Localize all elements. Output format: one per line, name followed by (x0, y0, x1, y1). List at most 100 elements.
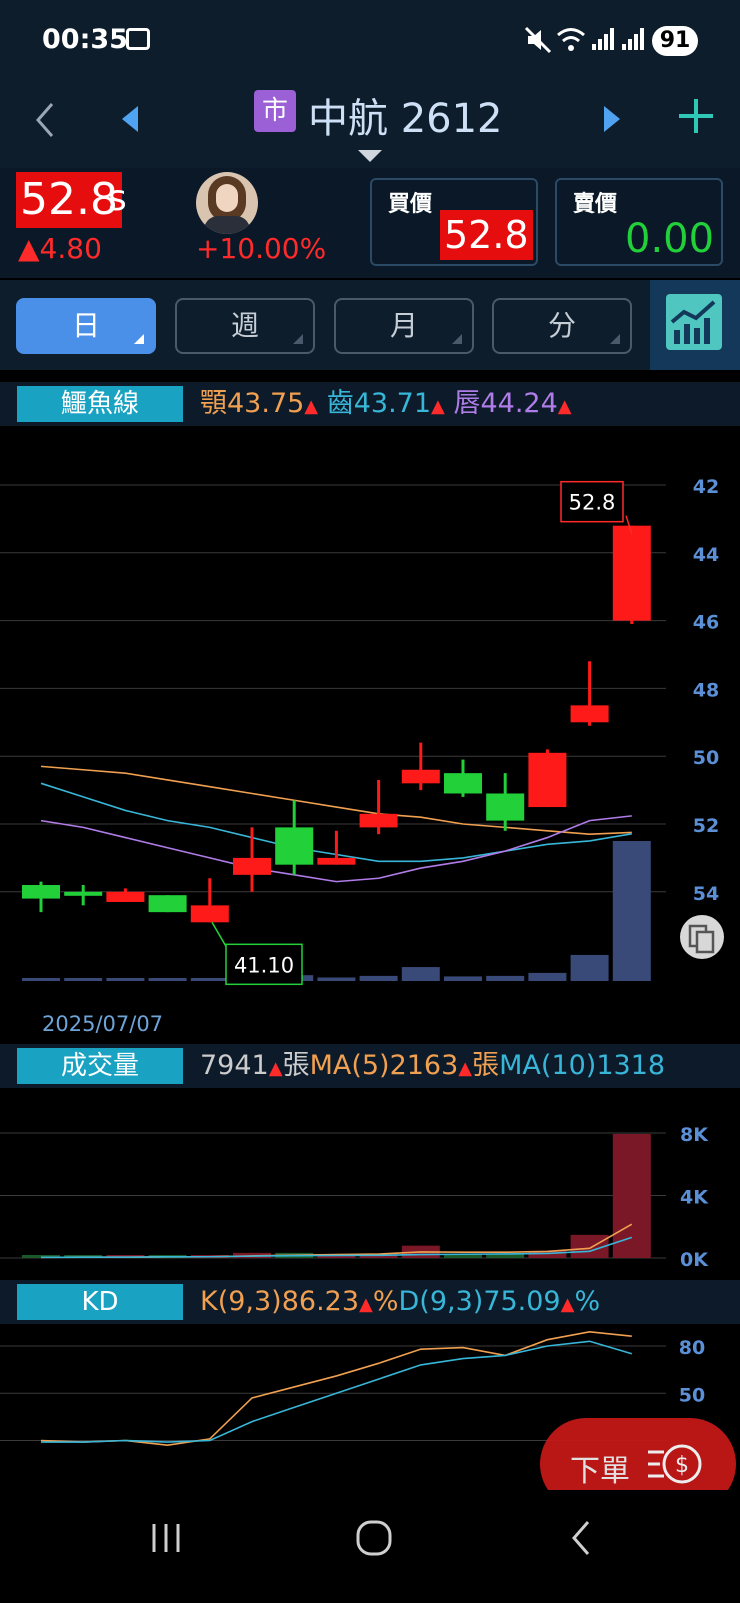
kd-tag[interactable]: KD (17, 1284, 183, 1320)
d-label: D(9,3) (398, 1286, 484, 1317)
wifi-icon (557, 28, 585, 51)
tab-day[interactable]: 日 (16, 298, 156, 354)
lips-value: 44.24 (480, 388, 558, 419)
y-tick-label: 80 (679, 1337, 705, 1359)
svg-text:$: $ (675, 1453, 689, 1478)
candle-body (64, 891, 103, 896)
bid-label: 買價 (388, 192, 433, 217)
tab-week[interactable]: 週 (175, 298, 315, 354)
volume-bar (359, 975, 398, 981)
bid-price: 52.8 (440, 210, 533, 260)
alligator-tag[interactable]: 鱷魚線 (17, 386, 183, 422)
candle-body (148, 895, 187, 913)
volume-bar (444, 976, 482, 981)
jaw-label: 顎 (200, 388, 227, 419)
y-tick-label: 44 (693, 544, 719, 566)
copy-icon-back (695, 930, 715, 954)
recent-apps-icon[interactable] (148, 1520, 184, 1556)
home-icon[interactable] (354, 1518, 394, 1558)
price-suffix: s (108, 178, 127, 219)
add-icon[interactable] (676, 96, 716, 136)
battery-indicator: 91 (652, 26, 698, 56)
y-tick-label: 8K (680, 1124, 709, 1146)
low-leader-line (211, 921, 227, 947)
stock-title[interactable]: 中航 2612 (308, 86, 503, 144)
price-chart[interactable]: 54 52 50 48 46 44 42 52.8 41.10 (0, 430, 740, 1046)
ask-box[interactable]: 賣價 0.00 (555, 178, 723, 266)
ma10-label: MA(10) (499, 1050, 597, 1081)
k-arrow: ▲ (359, 1294, 373, 1315)
order-button-label: 下單 (570, 1454, 630, 1489)
next-stock-icon[interactable] (600, 104, 622, 134)
volume-bar (612, 841, 651, 981)
teeth-value: 43.71 (353, 388, 432, 419)
avatar[interactable] (196, 172, 258, 234)
price-change-pct: +10.00% (196, 232, 327, 265)
d-value: 75.09 (483, 1286, 561, 1317)
teeth-label: 齒 (326, 388, 354, 419)
lips-arrow: ▲ (557, 396, 572, 417)
candle-body (528, 752, 567, 808)
dollar-icon: $ (648, 1444, 702, 1484)
y-tick-label: 48 (693, 679, 719, 701)
ask-label: 賣價 (573, 192, 618, 217)
y-tick-label: 4K (680, 1187, 709, 1209)
tab-day-label: 日 (71, 309, 100, 342)
volume-bar (486, 975, 525, 981)
indicator-panel[interactable] (650, 280, 740, 370)
quote-panel: 52.8 s ▲4.80 +10.00% 買價 52.8 賣價 0.00 (0, 168, 740, 278)
teeth-arrow: ▲ (431, 396, 445, 417)
candle-body (444, 773, 482, 794)
ask-price: 0.00 (625, 216, 715, 262)
k-pct: % (372, 1286, 399, 1317)
jaw-arrow: ▲ (304, 396, 319, 417)
volume-bar (317, 977, 356, 981)
volume-bar (528, 972, 567, 981)
volume-bar (612, 1133, 651, 1258)
y-tick-label: 54 (693, 883, 719, 905)
ma5-value: 2163 (389, 1050, 459, 1081)
volume-bar (64, 978, 103, 981)
signal-icon-2 (622, 28, 644, 50)
signal-icon (592, 28, 614, 50)
candle-body (275, 827, 314, 865)
volume-bar (401, 967, 440, 981)
back-icon[interactable] (32, 100, 58, 140)
tab-month[interactable]: 月 (334, 298, 474, 354)
tab-minute[interactable]: 分 (492, 298, 632, 354)
candle-body (486, 793, 525, 821)
alligator-values: 顎43.75▲ 齒43.71▲ 唇44.24▲ (200, 386, 572, 425)
y-tick-label: 0K (680, 1249, 709, 1271)
candle-body (570, 705, 609, 723)
d-pct: % (574, 1286, 601, 1317)
candle-body (190, 905, 229, 923)
price-change: ▲4.80 (18, 232, 102, 265)
back-nav-icon[interactable] (566, 1518, 596, 1558)
mute-icon (524, 26, 552, 54)
d-arrow: ▲ (560, 1294, 575, 1315)
candle-body (612, 525, 651, 621)
volume-bar (22, 978, 60, 981)
status-bar: 00:35 91 (0, 0, 740, 82)
volume-bar (106, 978, 145, 981)
chart-settings-icon (666, 294, 722, 350)
lips-label: 唇 (453, 388, 481, 419)
volume-values: 7941▲張MA(5)2163▲張MA(10)1318 (200, 1048, 665, 1087)
candle-body (22, 885, 60, 899)
y-tick-label: 50 (679, 1384, 705, 1406)
alligator-row: 鱷魚線 顎43.75▲ 齒43.71▲ 唇44.24▲ (0, 382, 740, 426)
candle-body (401, 769, 440, 784)
volume-bar (190, 978, 229, 981)
volume-tag[interactable]: 成交量 (17, 1048, 183, 1084)
volume-value: 7941 (200, 1050, 269, 1081)
ma5-unit: 張 (472, 1050, 500, 1081)
jaw-value: 43.75 (227, 388, 305, 419)
dropdown-caret-icon[interactable] (358, 150, 382, 164)
screenshot-icon (126, 28, 150, 50)
prev-stock-icon[interactable] (120, 104, 142, 134)
k-value: 86.23 (281, 1286, 360, 1317)
kd-line-1 (41, 1340, 633, 1443)
volume-chart[interactable]: 0K 4K 8K (0, 1090, 740, 1280)
volume-unit: 張 (282, 1050, 310, 1081)
bid-box[interactable]: 買價 52.8 (370, 178, 538, 266)
